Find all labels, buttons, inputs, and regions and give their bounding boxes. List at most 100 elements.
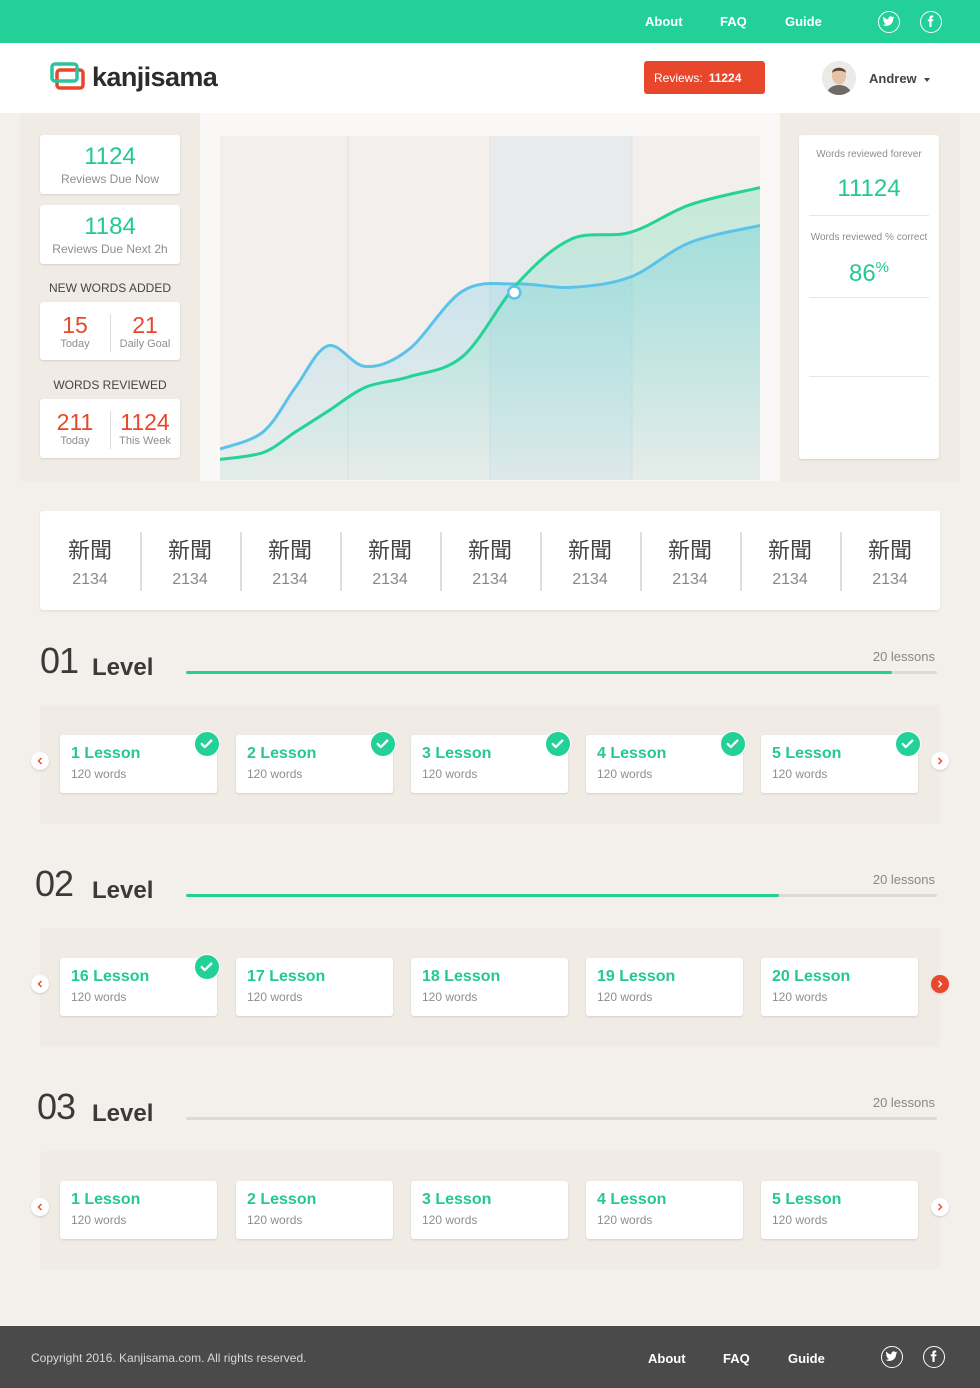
kanji-count: 2134 bbox=[172, 571, 208, 588]
level-number: 03 bbox=[37, 1086, 76, 1127]
nav-about-link[interactable]: About bbox=[645, 14, 683, 29]
reviews-due-now-value: 1124 bbox=[84, 143, 136, 170]
carousel-next-button[interactable] bbox=[931, 752, 949, 770]
level-title: Level bbox=[92, 877, 154, 904]
lesson-word-count: 120 words bbox=[71, 990, 127, 1004]
kanji-cell[interactable]: 新聞 2134 bbox=[240, 511, 340, 610]
reviews-count: 11224 bbox=[708, 71, 742, 85]
footer-faq-link[interactable]: FAQ bbox=[723, 1351, 750, 1366]
divider bbox=[740, 532, 742, 591]
correct-value-wrap: 86% bbox=[799, 259, 939, 288]
kanji-character: 新聞 bbox=[467, 538, 512, 563]
lesson-title: 2 Lesson bbox=[247, 745, 317, 762]
footer-about-link[interactable]: About bbox=[648, 1351, 686, 1366]
facebook-icon[interactable] bbox=[923, 1346, 945, 1368]
lesson-card[interactable]: 4 Lesson 120 words bbox=[586, 1181, 743, 1239]
kanji-cell[interactable]: 新聞 2134 bbox=[140, 511, 240, 610]
words-reviewed-week: 1124 This Week bbox=[110, 399, 180, 459]
chart-highlight-point[interactable] bbox=[507, 285, 522, 300]
lesson-card[interactable]: 20 Lesson 120 words bbox=[761, 958, 918, 1016]
chevron-left-icon bbox=[37, 1203, 42, 1211]
lesson-word-count: 120 words bbox=[422, 990, 478, 1004]
chevron-left-icon bbox=[37, 980, 42, 988]
kanji-cell[interactable]: 新聞 2134 bbox=[40, 511, 140, 610]
lesson-card[interactable]: 4 Lesson 120 words bbox=[586, 731, 746, 793]
level-progress-fill bbox=[186, 894, 780, 897]
new-words-goal-value: 21 bbox=[132, 312, 158, 338]
kanji-character: 新聞 bbox=[867, 538, 912, 563]
lesson-card[interactable]: 18 Lesson 120 words bbox=[411, 958, 568, 1016]
kanji-character: 新聞 bbox=[367, 538, 412, 563]
header: kanjisama Reviews: 11224 Andrew bbox=[0, 43, 980, 113]
level-title: Level bbox=[92, 1100, 154, 1127]
twitter-icon[interactable] bbox=[878, 11, 900, 33]
lesson-word-count: 120 words bbox=[772, 1213, 828, 1227]
check-icon bbox=[194, 731, 220, 757]
kanji-cell[interactable]: 新聞 2134 bbox=[840, 511, 940, 610]
lesson-card[interactable]: 16 Lesson 120 words bbox=[60, 954, 220, 1016]
words-reviewed-today-label: Today bbox=[60, 435, 90, 447]
user-name[interactable]: Andrew bbox=[869, 71, 917, 86]
divider bbox=[240, 532, 242, 591]
divider bbox=[640, 532, 642, 591]
kanji-character: 新聞 bbox=[667, 538, 712, 563]
carousel-next-button[interactable] bbox=[931, 1198, 949, 1216]
lesson-card[interactable]: 5 Lesson 120 words bbox=[761, 731, 921, 793]
lesson-card[interactable]: 3 Lesson 120 words bbox=[411, 731, 571, 793]
nav-faq-link[interactable]: FAQ bbox=[720, 14, 747, 29]
carousel-prev-button[interactable] bbox=[31, 975, 49, 993]
lesson-word-count: 120 words bbox=[597, 990, 653, 1004]
lesson-card[interactable]: 5 Lesson 120 words bbox=[761, 1181, 918, 1239]
divider bbox=[840, 532, 842, 591]
divider bbox=[540, 532, 542, 591]
logo-icon bbox=[50, 62, 85, 90]
chevron-down-icon[interactable] bbox=[924, 78, 930, 82]
kanji-cell[interactable]: 新聞 2134 bbox=[340, 511, 440, 610]
chevron-right-icon bbox=[938, 980, 943, 988]
carousel-prev-button[interactable] bbox=[31, 1198, 49, 1216]
level-section: 02 Level 20 lessons 16 Lesson 120 words 17 Le… bbox=[0, 863, 980, 1063]
new-words-title: NEW WORDS ADDED bbox=[48, 281, 171, 295]
lesson-word-count: 120 words bbox=[247, 767, 303, 781]
level-progress-bar bbox=[186, 894, 937, 897]
kanji-cell[interactable]: 新聞 2134 bbox=[440, 511, 540, 610]
carousel-next-button[interactable] bbox=[931, 975, 949, 993]
kanji-strip: 新聞 2134 新聞 2134 新聞 2134 新聞 2134 新聞 2134 新聞 2134 新聞 21… bbox=[40, 511, 940, 610]
correct-unit: % bbox=[875, 259, 890, 276]
avatar[interactable] bbox=[822, 61, 856, 95]
kanji-cell[interactable]: 新聞 2134 bbox=[640, 511, 740, 610]
footer: Copyright 2016. Kanjisama.com. All right… bbox=[0, 1326, 980, 1388]
lesson-title: 1 Lesson bbox=[71, 745, 141, 762]
check-icon bbox=[895, 731, 921, 757]
footer-guide-link[interactable]: Guide bbox=[788, 1351, 825, 1366]
lesson-word-count: 120 words bbox=[247, 990, 303, 1004]
words-reviewed-card: 211 Today 1124 This Week bbox=[40, 399, 180, 458]
lesson-card[interactable]: 1 Lesson 120 words bbox=[60, 731, 220, 793]
lesson-title: 16 Lesson bbox=[71, 968, 150, 985]
twitter-icon[interactable] bbox=[881, 1346, 903, 1368]
lesson-title: 4 Lesson bbox=[597, 745, 667, 762]
facebook-icon[interactable] bbox=[920, 11, 942, 33]
lesson-card[interactable]: 2 Lesson 120 words bbox=[236, 731, 396, 793]
kanji-character: 新聞 bbox=[767, 538, 812, 563]
new-words-today-label: Today bbox=[60, 338, 90, 350]
lesson-card[interactable]: 3 Lesson 120 words bbox=[411, 1181, 568, 1239]
lesson-card[interactable]: 17 Lesson 120 words bbox=[236, 958, 393, 1016]
lesson-title: 17 Lesson bbox=[247, 968, 326, 985]
level-section: 01 Level 20 lessons 1 Lesson 120 words 2 Less… bbox=[0, 640, 980, 840]
nav-guide-link[interactable]: Guide bbox=[785, 14, 822, 29]
kanji-cell[interactable]: 新聞 2134 bbox=[740, 511, 840, 610]
lesson-card[interactable]: 1 Lesson 120 words bbox=[60, 1181, 217, 1239]
logo[interactable]: kanjisama bbox=[50, 61, 220, 97]
level-title: Level bbox=[92, 654, 154, 681]
logo-text: kanjisama bbox=[92, 62, 218, 92]
divider bbox=[809, 215, 929, 216]
level-progress-bar bbox=[186, 671, 937, 674]
kanji-cell[interactable]: 新聞 2134 bbox=[540, 511, 640, 610]
lesson-card[interactable]: 2 Lesson 120 words bbox=[236, 1181, 393, 1239]
lesson-card[interactable]: 19 Lesson 120 words bbox=[586, 958, 743, 1016]
carousel-prev-button[interactable] bbox=[31, 752, 49, 770]
reviews-button[interactable]: Reviews: 11224 bbox=[644, 61, 765, 94]
words-reviewed-today-value: 211 bbox=[56, 409, 94, 435]
check-icon bbox=[545, 731, 571, 757]
